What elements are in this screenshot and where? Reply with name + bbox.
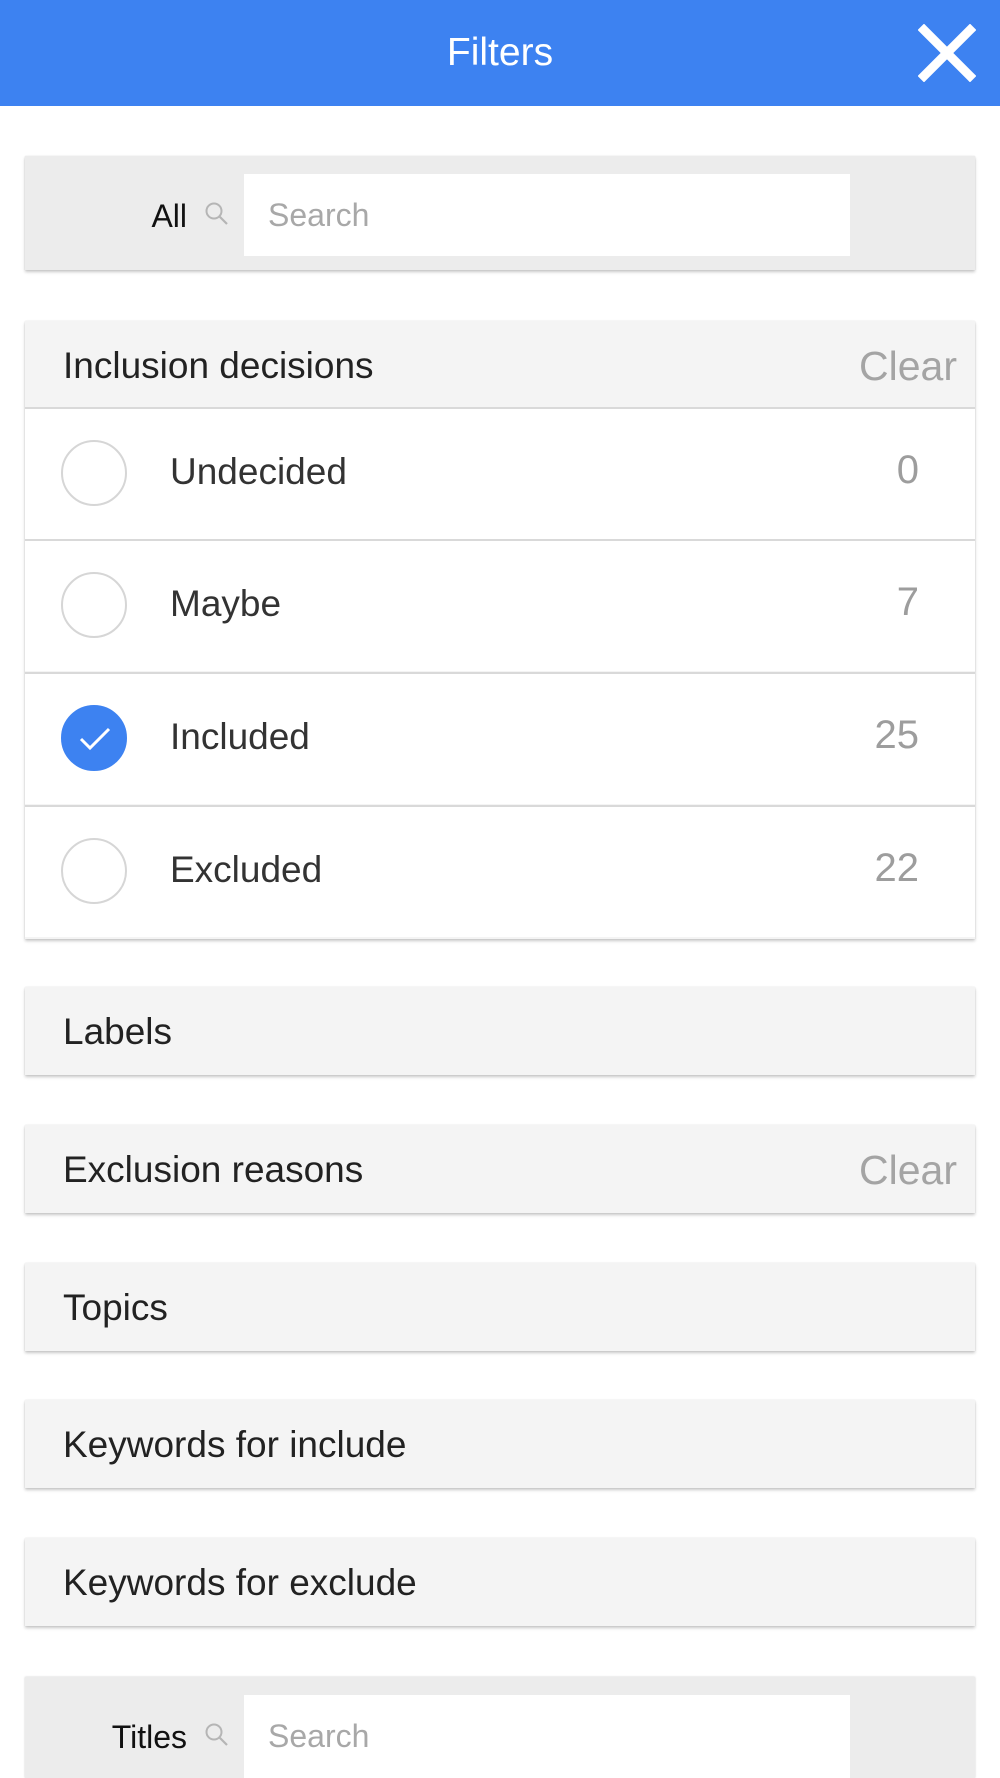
inclusion-decisions-section: Inclusion decisions Clear Undecided 0 Ma… [25, 321, 975, 939]
option-included[interactable]: Included 25 [25, 672, 975, 804]
topics-title: Topics [63, 1287, 168, 1328]
option-undecided[interactable]: Undecided 0 [25, 407, 975, 539]
keywords-exclude-title: Keywords for exclude [63, 1562, 417, 1603]
titles-search-bar: Titles [25, 1677, 975, 1778]
exclusion-reasons-title: Exclusion reasons [63, 1149, 364, 1190]
labels-section[interactable]: Labels [25, 987, 975, 1075]
inclusion-decisions-title: Inclusion decisions [63, 345, 374, 386]
keywords-exclude-section[interactable]: Keywords for exclude [25, 1538, 975, 1626]
option-count: 25 [874, 713, 920, 757]
keywords-include-section[interactable]: Keywords for include [25, 1400, 975, 1488]
filters-header: Filters [0, 0, 1000, 106]
close-icon [918, 24, 976, 82]
search-icon [205, 202, 228, 225]
all-search-label: All [151, 198, 187, 234]
checkmark-icon [79, 727, 111, 751]
inclusion-clear-button[interactable]: Clear [859, 343, 957, 390]
option-excluded[interactable]: Excluded 22 [25, 805, 975, 937]
option-count: 7 [896, 580, 919, 624]
inclusion-decisions-header[interactable]: Inclusion decisions Clear [25, 321, 975, 409]
exclusion-reasons-section[interactable]: Exclusion reasons Clear [25, 1125, 975, 1213]
page-title: Filters [446, 31, 554, 74]
titles-search-label: Titles [111, 1719, 187, 1755]
option-label: Included [170, 716, 310, 757]
topics-section[interactable]: Topics [25, 1263, 975, 1351]
all-search-input[interactable] [244, 174, 850, 256]
radio-button-checked[interactable] [61, 705, 127, 771]
labels-title: Labels [63, 1011, 173, 1052]
all-search-bar: All [25, 156, 975, 270]
keywords-include-title: Keywords for include [63, 1424, 407, 1465]
option-count: 22 [874, 846, 920, 890]
option-label: Undecided [170, 451, 347, 492]
option-label: Excluded [170, 849, 323, 890]
radio-button[interactable] [61, 572, 127, 638]
option-label: Maybe [170, 583, 282, 624]
option-maybe[interactable]: Maybe 7 [25, 539, 975, 671]
close-button[interactable] [916, 22, 978, 84]
search-icon [205, 1723, 228, 1746]
exclusion-clear-button[interactable]: Clear [859, 1147, 957, 1194]
option-count: 0 [896, 448, 919, 492]
titles-search-input[interactable] [244, 1695, 850, 1778]
radio-button[interactable] [61, 440, 127, 506]
radio-button[interactable] [61, 838, 127, 904]
